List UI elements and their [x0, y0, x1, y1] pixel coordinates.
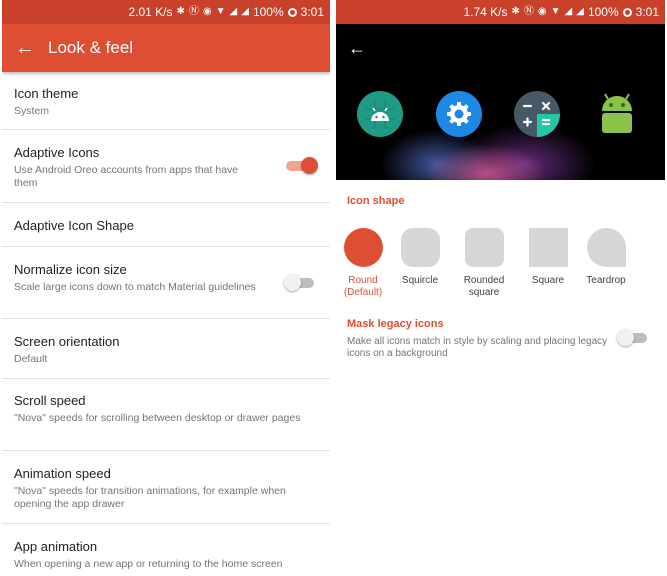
shape-squircle-option[interactable]	[401, 228, 440, 267]
sync-icon: ◉	[202, 6, 212, 17]
sync-icon: ◉	[537, 6, 547, 17]
setting-subtitle: When opening a new app or returning to t…	[14, 558, 283, 570]
setting-title: Icon theme	[14, 86, 79, 101]
nfc-icon: Ⓝ	[523, 6, 534, 17]
normalize-icon-size-toggle[interactable]	[284, 273, 316, 291]
clock: 3:01	[300, 5, 324, 19]
network-speed: 1.74 K/s	[463, 5, 508, 19]
back-arrow-icon[interactable]: ←	[2, 37, 48, 60]
setting-subtitle: Default	[14, 353, 48, 365]
shape-rounded-square-option[interactable]	[465, 228, 504, 267]
setting-subtitle: Use Android Oreo accounts from apps that…	[14, 164, 239, 189]
android-robot-icon	[594, 91, 640, 137]
android-icon	[602, 93, 632, 133]
setting-screen-orientation[interactable]: Screen orientation Default	[2, 319, 330, 379]
shape-teardrop-option[interactable]	[587, 228, 626, 267]
calculator-icon	[522, 101, 560, 137]
setting-title: Screen orientation	[14, 334, 120, 349]
nfc-icon: Ⓝ	[188, 6, 199, 17]
clock: 3:01	[635, 5, 659, 19]
setting-app-animation[interactable]: App animation When opening a new app or …	[2, 524, 330, 576]
gear-icon	[447, 102, 471, 126]
mask-legacy-setting[interactable]: Mask legacy icons Make all icons match i…	[336, 312, 665, 362]
wifi-icon: ▼	[215, 6, 226, 17]
signal-2-icon: ◢	[241, 6, 249, 17]
shape-rounded-square-label: Rounded square	[463, 275, 505, 298]
android-head-icon	[365, 99, 395, 129]
setting-title: Normalize icon size	[14, 262, 127, 277]
shape-square-option[interactable]	[529, 228, 568, 267]
bluetooth-icon: ✱	[511, 6, 520, 17]
setting-icon-theme[interactable]: Icon theme System	[2, 72, 330, 130]
mask-legacy-title: Mask legacy icons	[347, 318, 444, 330]
setting-subtitle: System	[14, 105, 50, 117]
signal-icon: ◢	[229, 6, 238, 17]
setting-subtitle: "Nova" speeds for scrolling between desk…	[14, 412, 301, 424]
signal-2-icon: ◢	[576, 6, 584, 17]
battery-icon	[287, 7, 297, 17]
network-speed: 2.01 K/s	[128, 5, 173, 19]
settings-app-icon	[436, 91, 482, 137]
shape-squircle-label: Squircle	[401, 275, 439, 286]
app-bar: ← Look & feel	[2, 24, 330, 72]
toggle-thumb	[301, 157, 318, 174]
bluetooth-icon: ✱	[176, 6, 185, 17]
icon-preview: ←	[336, 24, 665, 180]
setting-title: Adaptive Icon Shape	[14, 218, 134, 233]
right-screen: 1.74 K/s ✱ Ⓝ ◉ ▼ ◢ ◢ 100% 3:01 ← Icon sh…	[336, 0, 665, 576]
shape-teardrop-label: Teardrop	[586, 275, 626, 286]
battery-level: 100%	[587, 5, 619, 19]
back-arrow-icon[interactable]: ←	[348, 38, 366, 59]
status-bar: 1.74 K/s ✱ Ⓝ ◉ ▼ ◢ ◢ 100% 3:01	[336, 0, 665, 24]
left-screen: 2.01 K/s ✱ Ⓝ ◉ ▼ ◢ ◢ 100% 3:01 ← Look & …	[2, 0, 330, 576]
setting-subtitle: "Nova" speeds for transition animations,…	[14, 485, 286, 510]
android-app-icon	[357, 91, 403, 137]
mask-legacy-description: Make all icons match in style by scaling…	[347, 336, 608, 359]
setting-adaptive-icons[interactable]: Adaptive Icons Use Android Oreo accounts…	[2, 130, 330, 203]
setting-title: Animation speed	[14, 466, 111, 481]
adaptive-icons-toggle[interactable]	[286, 157, 318, 174]
calculator-app-icon	[514, 91, 560, 137]
page-title: Look & feel	[48, 38, 134, 57]
setting-title: App animation	[14, 539, 98, 554]
setting-animation-speed[interactable]: Animation speed "Nova" speeds for transi…	[2, 451, 330, 524]
setting-scroll-speed[interactable]: Scroll speed "Nova" speeds for scrolling…	[2, 379, 330, 451]
signal-icon: ◢	[564, 6, 573, 17]
toggle-thumb	[617, 329, 634, 346]
setting-title: Adaptive Icons	[14, 145, 100, 160]
shape-round-option[interactable]	[344, 228, 383, 267]
setting-normalize-icon-size[interactable]: Normalize icon size Scale large icons do…	[2, 247, 330, 319]
status-bar: 2.01 K/s ✱ Ⓝ ◉ ▼ ◢ ◢ 100% 3:01	[2, 0, 330, 24]
mask-legacy-toggle[interactable]	[617, 329, 649, 346]
setting-adaptive-icon-shape[interactable]: Adaptive Icon Shape	[2, 203, 330, 247]
icon-shape-header: Icon shape	[347, 195, 405, 207]
settings-list: Icon theme System Adaptive Icons Use And…	[2, 72, 330, 576]
toggle-thumb	[284, 273, 301, 291]
battery-icon	[622, 7, 632, 17]
setting-title: Scroll speed	[14, 393, 86, 408]
setting-subtitle: Scale large icons down to match Material…	[14, 281, 256, 293]
wifi-icon: ▼	[550, 6, 561, 17]
battery-level: 100%	[252, 5, 284, 19]
